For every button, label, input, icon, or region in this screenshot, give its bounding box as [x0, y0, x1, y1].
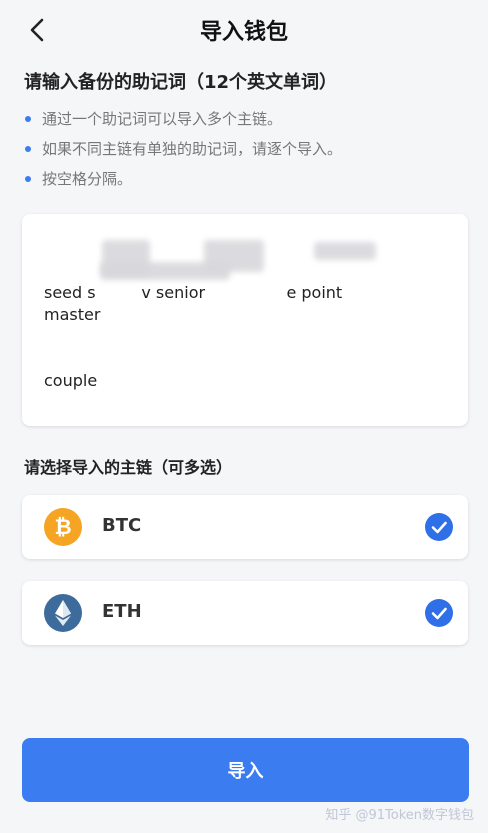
chain-name: BTC	[102, 515, 142, 536]
page-title: 导入钱包	[199, 20, 288, 45]
redaction-blur	[314, 242, 376, 260]
check-icon[interactable]	[425, 599, 453, 627]
ethereum-icon	[44, 594, 82, 632]
tip-item: 按空格分隔。	[24, 168, 342, 198]
import-button[interactable]: 导入	[22, 738, 469, 802]
tips-list: 通过一个助记词可以导入多个主链。 如果不同主链有单独的助记词，请逐个导入。 按空…	[24, 108, 342, 198]
svg-text:₿: ₿	[54, 515, 71, 539]
tip-item: 如果不同主链有单独的助记词，请逐个导入。	[24, 138, 342, 168]
chain-name: ETH	[102, 601, 142, 622]
watermark: 知乎 @91Token数字钱包	[325, 808, 474, 823]
mnemonic-line-1: seed s v senior e point master	[44, 283, 409, 324]
mnemonic-line-2: couple	[44, 371, 306, 390]
tip-item: 通过一个助记词可以导入多个主链。	[24, 108, 342, 138]
top-bar: 导入钱包	[0, 0, 488, 60]
check-icon[interactable]	[425, 513, 453, 541]
mnemonic-section-title: 请输入备份的助记词（12个英文单词）	[24, 72, 338, 93]
redaction-blur	[100, 262, 230, 280]
chain-option-eth[interactable]: ETH	[22, 581, 468, 645]
chain-section-title: 请选择导入的主链（可多选）	[24, 458, 233, 477]
chain-option-btc[interactable]: ₿ BTC	[22, 495, 468, 559]
mnemonic-input[interactable]: seed s v senior e point master couple	[22, 214, 468, 426]
bitcoin-icon: ₿	[44, 508, 82, 546]
